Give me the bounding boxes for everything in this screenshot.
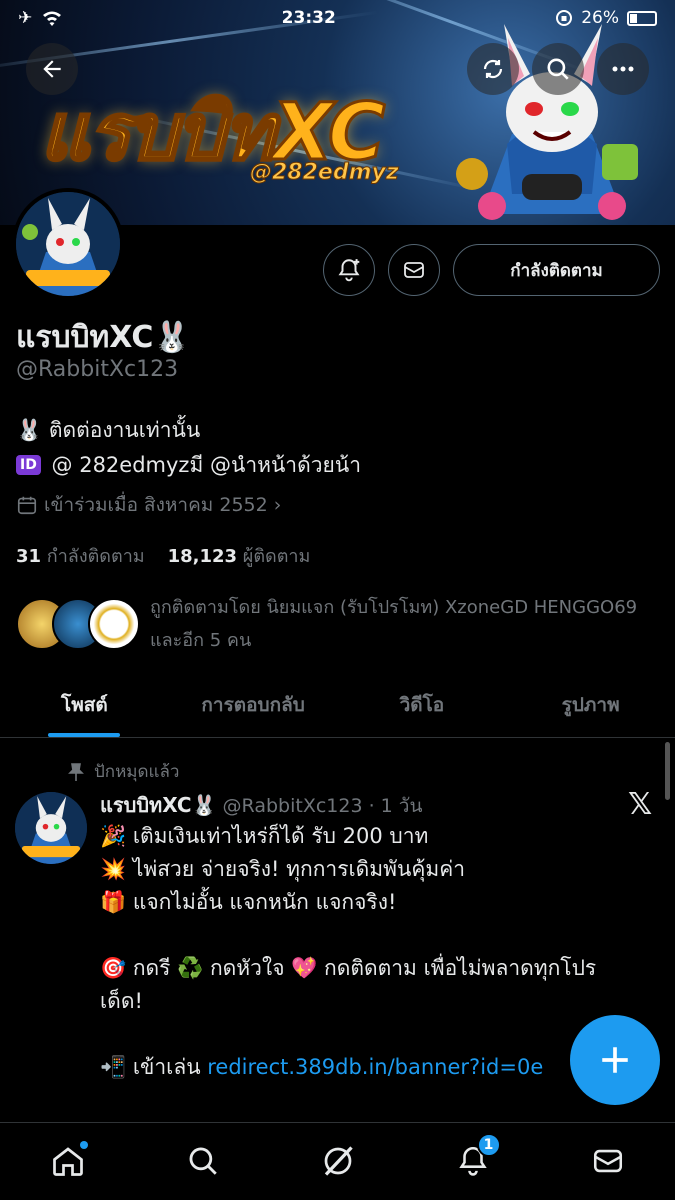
following-count-link[interactable]: 31 กำลังติดตาม	[16, 546, 145, 567]
plus-icon	[602, 1047, 628, 1073]
mail-icon	[593, 1149, 622, 1173]
orientation-lock-icon	[556, 10, 573, 26]
search-button[interactable]	[532, 43, 584, 95]
battery-percent: 26%	[581, 8, 619, 28]
nav-search[interactable]	[173, 1139, 233, 1183]
notification-badge: 1	[476, 1133, 501, 1157]
pinned-label: ปักหมุดแล้ว	[94, 762, 180, 782]
bio-line-2-text: @ 282edmyzมี @นำหน้าด้วยน้า	[51, 453, 361, 477]
post-line: 💥 ไพ่สวย จ่ายจริง! ทุกการเดิมพันคุ้มค่า	[100, 857, 466, 881]
home-unread-dot	[79, 1141, 88, 1149]
joined-date-text: เข้าร่วมเมื่อ สิงหาคม 2552	[44, 494, 268, 516]
search-icon	[547, 58, 569, 80]
mutual-avatar-3	[88, 598, 140, 650]
followers-count: 18,123	[167, 546, 238, 567]
nav-messages[interactable]	[578, 1139, 638, 1183]
message-button[interactable]	[388, 244, 440, 296]
compose-button[interactable]	[570, 1015, 660, 1105]
followers-count-link[interactable]: 18,123 ผู้ติดตาม	[168, 546, 311, 567]
following-button[interactable]: กำลังติดตาม	[453, 244, 660, 296]
wifi-icon	[43, 11, 62, 26]
tab-replies[interactable]: การตอบกลับ	[169, 672, 338, 737]
back-arrow-icon	[43, 60, 61, 78]
nav-grok[interactable]	[308, 1139, 368, 1183]
profile-avatar[interactable]	[12, 188, 124, 300]
bio-line-2: ID @ 282edmyzมี @นำหน้าด้วยน้า	[16, 449, 361, 482]
profile-handle: @RabbitXc123	[16, 357, 179, 382]
home-icon	[52, 1147, 83, 1176]
status-time: 23:32	[281, 8, 336, 28]
post-author-name: แรบบิทXC🐰	[100, 793, 217, 817]
nav-home[interactable]	[38, 1139, 98, 1183]
more-icon	[612, 66, 634, 72]
mutual-follower-avatars[interactable]	[16, 598, 140, 650]
tab-photos[interactable]: รูปภาพ	[506, 672, 675, 737]
post-line: 🎉 เติมเงินเท่าไหร่ก็ได้ รับ 200 บาท	[100, 824, 429, 848]
joined-date[interactable]: เข้าร่วมเมื่อ สิงหาคม 2552 ›	[16, 490, 281, 520]
following-count: 31	[16, 546, 42, 567]
scrollbar[interactable]	[665, 742, 670, 800]
search-icon	[189, 1147, 217, 1175]
notify-button[interactable]	[323, 244, 375, 296]
followers-label: ผู้ติดตาม	[242, 546, 311, 567]
x-logo-icon: 𝕏	[628, 787, 653, 822]
back-button[interactable]	[26, 43, 78, 95]
profile-tabs: โพสต์ การตอบกลับ วิดีโอ รูปภาพ	[0, 672, 675, 738]
more-button[interactable]	[597, 43, 649, 95]
refresh-icon	[483, 59, 503, 79]
chevron-right-icon: ›	[273, 494, 282, 516]
banner-handle: @282edmyz	[250, 160, 400, 186]
post-line: 🎯 กดรี ♻️ กดหัวใจ 💖 กดติดตาม เพื่อไม่พลา…	[100, 956, 597, 980]
followed-by-text[interactable]: ถูกติดตามโดย นิยมแจก (รับโปรโมท) XzoneGD…	[150, 591, 660, 657]
post-link[interactable]: redirect.389db.in/banner?id=0e	[207, 1055, 543, 1079]
post-author-avatar[interactable]	[15, 792, 87, 864]
post-header[interactable]: แรบบิทXC🐰 @RabbitXc123 · 1 วัน	[100, 789, 422, 821]
post-avatar-image	[15, 792, 87, 864]
tab-posts[interactable]: โพสต์	[0, 672, 169, 737]
profile-name: แรบบิทXC🐰	[16, 320, 191, 355]
post-meta: @RabbitXc123 · 1 วัน	[222, 795, 423, 817]
id-badge: ID	[16, 455, 41, 475]
post-line: 🎁 แจกไม่อั้น แจกหนัก แจกจริง!	[100, 890, 397, 914]
airplane-mode-icon: ✈	[18, 8, 33, 28]
following-label: กำลังติดตาม	[46, 546, 145, 567]
avatar-image	[16, 192, 120, 296]
battery-icon	[626, 10, 657, 26]
bell-plus-icon	[338, 259, 360, 282]
bottom-navigation: 1	[0, 1122, 675, 1200]
bio-line-1: 🐰 ติดต่องานเท่านั้น	[16, 418, 201, 442]
mail-icon	[404, 262, 424, 278]
follow-counts: 31 กำลังติดตาม 18,123 ผู้ติดตาม	[16, 541, 310, 570]
nav-notifications[interactable]: 1	[443, 1133, 503, 1183]
grok-icon	[324, 1146, 353, 1176]
post-line: เด็ด!	[100, 989, 143, 1013]
calendar-icon	[17, 496, 37, 515]
link-prefix: 📲 เข้าเล่น	[100, 1055, 208, 1079]
tab-videos[interactable]: วิดีโอ	[338, 672, 507, 737]
pinned-indicator: ปักหมุดแล้ว	[68, 758, 179, 785]
pin-icon	[68, 762, 84, 781]
refresh-button[interactable]	[467, 43, 519, 95]
post-line	[100, 919, 665, 952]
status-bar: ✈ 23:32 26%	[0, 0, 675, 36]
